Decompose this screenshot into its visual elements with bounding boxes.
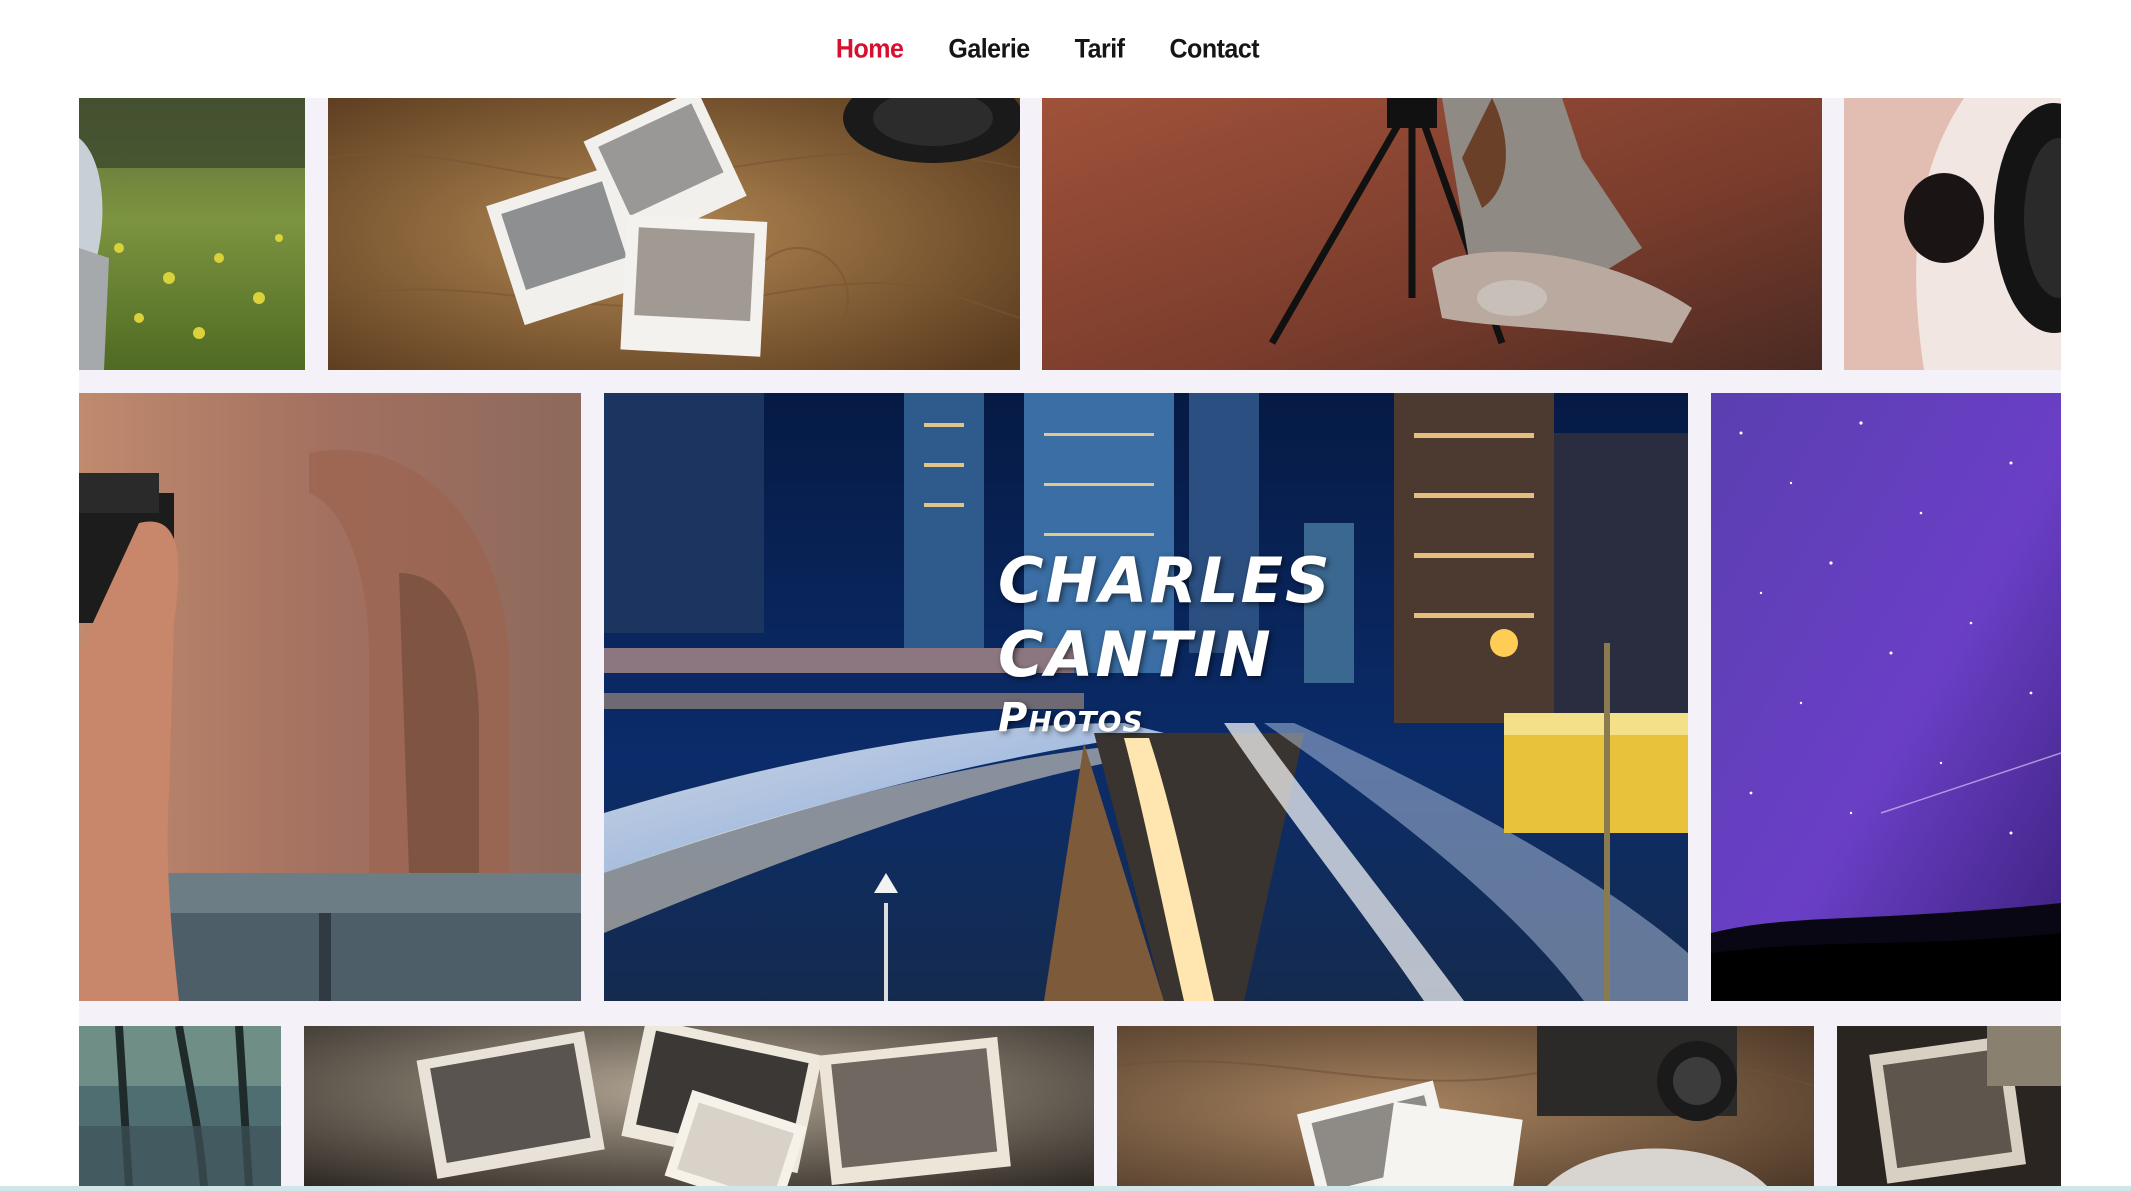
photo-vintage-closeup[interactable] [1837, 1026, 2061, 1186]
nav-home[interactable]: Home [836, 33, 904, 64]
photo-girl-tripod[interactable] [1042, 98, 1822, 370]
photo-gallery: CHARLES CANTIN Photos [79, 98, 2061, 1186]
photo-old-photographs[interactable] [304, 1026, 1094, 1186]
photo-starry-sky[interactable] [1711, 393, 2061, 1001]
hero-name-line1: CHARLES [998, 544, 1332, 617]
photo-polaroids-camera[interactable] [1117, 1026, 1814, 1186]
hero-title: CHARLES CANTIN Photos [998, 544, 1418, 741]
nav-galerie[interactable]: Galerie [948, 33, 1030, 64]
hero-subtitle: Photos [998, 695, 1144, 741]
photo-trees[interactable] [79, 1026, 281, 1186]
main-nav: Home Galerie Tarif Contact [0, 0, 2131, 98]
photo-camera-lens[interactable] [1844, 98, 2061, 370]
photo-grass-meadow[interactable] [79, 98, 305, 370]
photo-polaroids-map[interactable] [328, 98, 1020, 370]
photo-photographer[interactable] [79, 393, 581, 1001]
bottom-strip [0, 1186, 2131, 1191]
hero-name-line2: CANTIN [998, 618, 1273, 691]
nav-contact[interactable]: Contact [1170, 33, 1260, 64]
nav-tarif[interactable]: Tarif [1075, 33, 1125, 64]
